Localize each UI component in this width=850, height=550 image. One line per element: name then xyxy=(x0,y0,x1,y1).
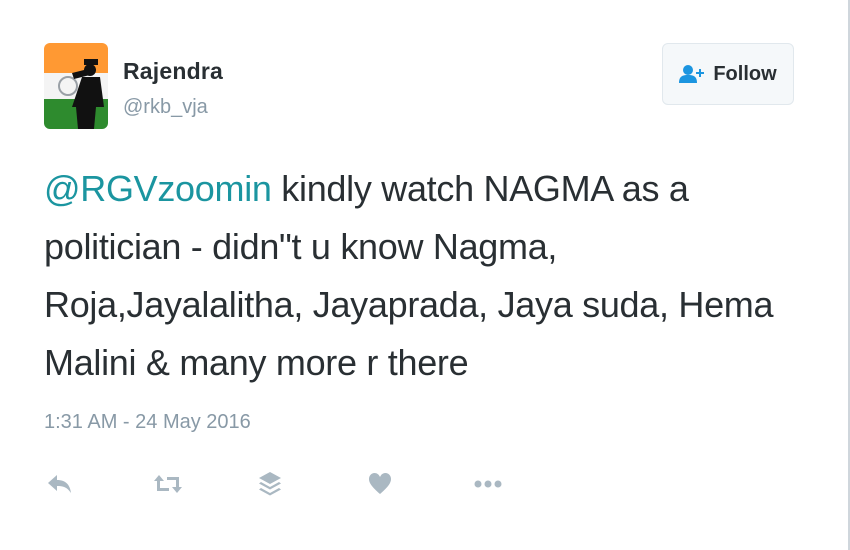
more-icon xyxy=(474,480,502,488)
layers-icon xyxy=(259,472,281,496)
user-handle[interactable]: @rkb_vja xyxy=(123,96,208,119)
user-display-name[interactable]: Rajendra xyxy=(123,58,223,85)
tweet-line-1-text: kindly watch NAGMA as a xyxy=(271,168,689,209)
tweet-line-3: Roja,Jayalalitha, Jayaprada, Jaya suda, … xyxy=(44,284,774,325)
mention-link[interactable]: @RGVzoomin xyxy=(44,168,272,209)
add-user-icon xyxy=(679,64,705,84)
like-button[interactable] xyxy=(364,468,396,500)
follow-button[interactable]: Follow xyxy=(662,43,794,105)
heart-icon xyxy=(369,473,391,494)
tweet-card: Rajendra @rkb_vja Follow @RGVzoomin kind… xyxy=(0,0,850,550)
reply-icon xyxy=(48,475,71,493)
tweet-line-2: politician - didn"t u know Nagma, xyxy=(44,226,558,267)
follow-button-label: Follow xyxy=(713,62,777,85)
more-button[interactable] xyxy=(472,468,504,500)
tweet-timestamp[interactable]: 1:31 AM - 24 May 2016 xyxy=(44,411,251,434)
tweet-text: @RGVzoomin kindly watch NAGMA as a polit… xyxy=(44,160,804,392)
buffer-button[interactable] xyxy=(254,468,286,500)
reply-button[interactable] xyxy=(44,468,76,500)
retweet-button[interactable] xyxy=(152,468,184,500)
retweet-icon xyxy=(154,475,182,493)
avatar[interactable] xyxy=(44,43,108,129)
tweet-line-1: @RGVzoomin kindly watch NAGMA as a xyxy=(44,160,804,218)
saluting-soldier-flag-avatar-icon xyxy=(44,43,108,129)
tweet-line-4: Malini & many more r there xyxy=(44,342,469,383)
